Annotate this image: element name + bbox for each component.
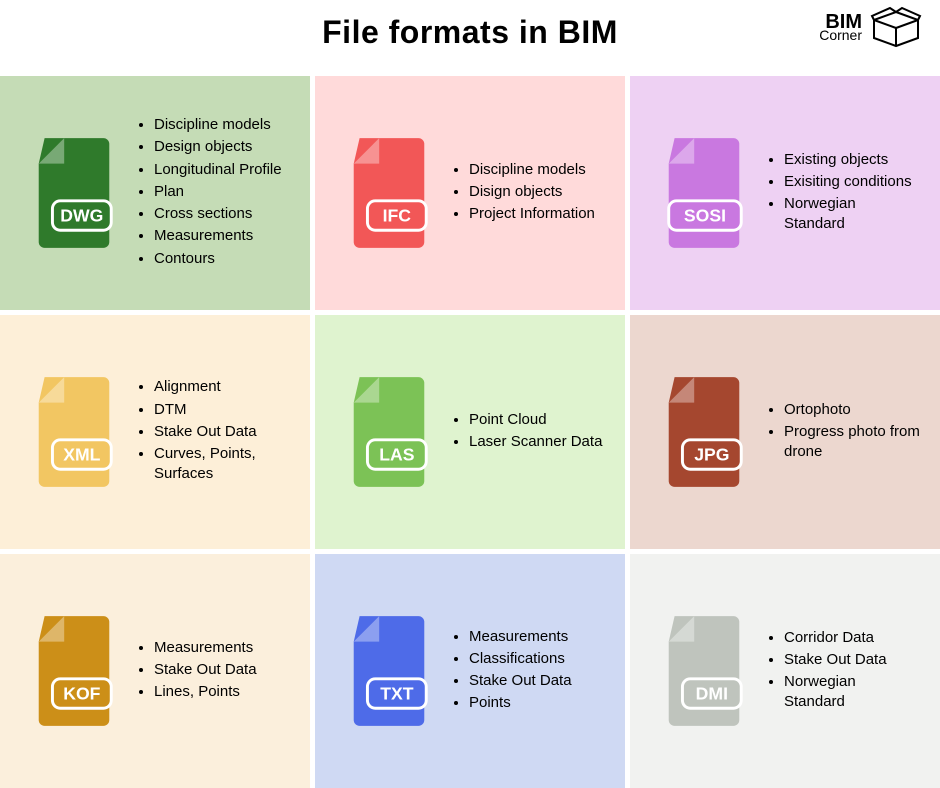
list-item: Laser Scanner Data [469, 432, 605, 452]
list-item: Exisiting conditions [784, 172, 920, 192]
file-icon-ifc: IFC [333, 133, 445, 253]
list-item: Norwegian Standard [784, 194, 920, 235]
logo-line2: Corner [819, 29, 862, 42]
file-icon-txt: TXT [333, 611, 445, 731]
list-item: Classifications [469, 649, 605, 669]
svg-text:DMI: DMI [696, 683, 728, 703]
list-item: Alignment [154, 377, 290, 397]
svg-text:DWG: DWG [60, 205, 103, 225]
svg-text:KOF: KOF [63, 683, 100, 703]
list-item: DTM [154, 400, 290, 420]
card-list: Corridor DataStake Out DataNorwegian Sta… [760, 628, 924, 715]
list-item: Existing objects [784, 150, 920, 170]
card-txt: TXT MeasurementsClassificationsStake Out … [315, 554, 625, 788]
file-icon-las: LAS [333, 372, 445, 492]
page-title: File formats in BIM [0, 14, 940, 51]
list-item: Stake Out Data [469, 671, 605, 691]
card-sosi: SOSI Existing objectsExisiting conditions… [630, 76, 940, 310]
file-icon-dmi: DMI [648, 611, 760, 731]
card-ifc: IFC Discipline modelsDisign objectsProjec… [315, 76, 625, 310]
list-item: Progress photo from drone [784, 422, 920, 463]
header: File formats in BIM BIM Corner [0, 0, 940, 76]
list-item: Corridor Data [784, 628, 920, 648]
card-list: Existing objectsExisiting conditionsNorw… [760, 150, 924, 237]
file-icon-jpg: JPG [648, 372, 760, 492]
list-item: Point Cloud [469, 410, 605, 430]
file-icon-kof: KOF [18, 611, 130, 731]
card-list: MeasurementsClassificationsStake Out Dat… [445, 627, 609, 716]
list-item: Longitudinal Profile [154, 160, 290, 180]
list-item: Measurements [154, 226, 290, 246]
card-las: LAS Point CloudLaser Scanner Data [315, 315, 625, 549]
svg-text:IFC: IFC [383, 205, 412, 225]
list-item: Discipline models [154, 115, 290, 135]
list-item: Stake Out Data [784, 650, 920, 670]
card-jpg: JPG OrtophotoProgress photo from drone [630, 315, 940, 549]
list-item: Curves, Points, Surfaces [154, 444, 290, 485]
box-icon [870, 6, 922, 48]
file-icon-sosi: SOSI [648, 133, 760, 253]
svg-text:LAS: LAS [379, 444, 414, 464]
svg-text:XML: XML [63, 444, 100, 464]
svg-text:SOSI: SOSI [684, 205, 726, 225]
bim-corner-logo: BIM Corner [819, 6, 922, 48]
card-list: MeasurementsStake Out DataLines, Points [130, 638, 294, 705]
card-list: OrtophotoProgress photo from drone [760, 400, 924, 465]
list-item: Plan [154, 182, 290, 202]
logo-text: BIM Corner [819, 13, 862, 42]
file-icon-xml: XML [18, 372, 130, 492]
list-item: Project Information [469, 204, 605, 224]
card-list: Alignment DTMStake Out DataCurves, Points… [130, 377, 294, 486]
page: File formats in BIM BIM Corner DWG Discip… [0, 0, 940, 788]
card-list: Discipline modelsDisign objectsProject I… [445, 160, 609, 227]
list-item: Stake Out Data [154, 422, 290, 442]
card-xml: XML Alignment DTMStake Out DataCurves, Poi… [0, 315, 310, 549]
list-item: Norwegian Standard [784, 672, 920, 713]
list-item: Contours [154, 249, 290, 269]
svg-text:TXT: TXT [380, 683, 414, 703]
list-item: Points [469, 693, 605, 713]
list-item: Disign objects [469, 182, 605, 202]
file-icon-dwg: DWG [18, 133, 130, 253]
list-item: Measurements [154, 638, 290, 658]
list-item: Lines, Points [154, 682, 290, 702]
card-dwg: DWG Discipline modelsDesign objects Longit… [0, 76, 310, 310]
list-item: Design objects [154, 137, 290, 157]
card-dmi: DMI Corridor DataStake Out DataNorwegian … [630, 554, 940, 788]
svg-text:JPG: JPG [694, 444, 729, 464]
card-list: Point CloudLaser Scanner Data [445, 410, 609, 455]
card-list: Discipline modelsDesign objects Longitudi… [130, 115, 294, 271]
card-kof: KOF MeasurementsStake Out DataLines, Poin… [0, 554, 310, 788]
list-item: Discipline models [469, 160, 605, 180]
list-item: Ortophoto [784, 400, 920, 420]
card-grid: DWGDiscipline modelsDesign objectsLongit… [0, 76, 940, 788]
list-item: Stake Out Data [154, 660, 290, 680]
list-item: Cross sections [154, 204, 290, 224]
list-item: Measurements [469, 627, 605, 647]
